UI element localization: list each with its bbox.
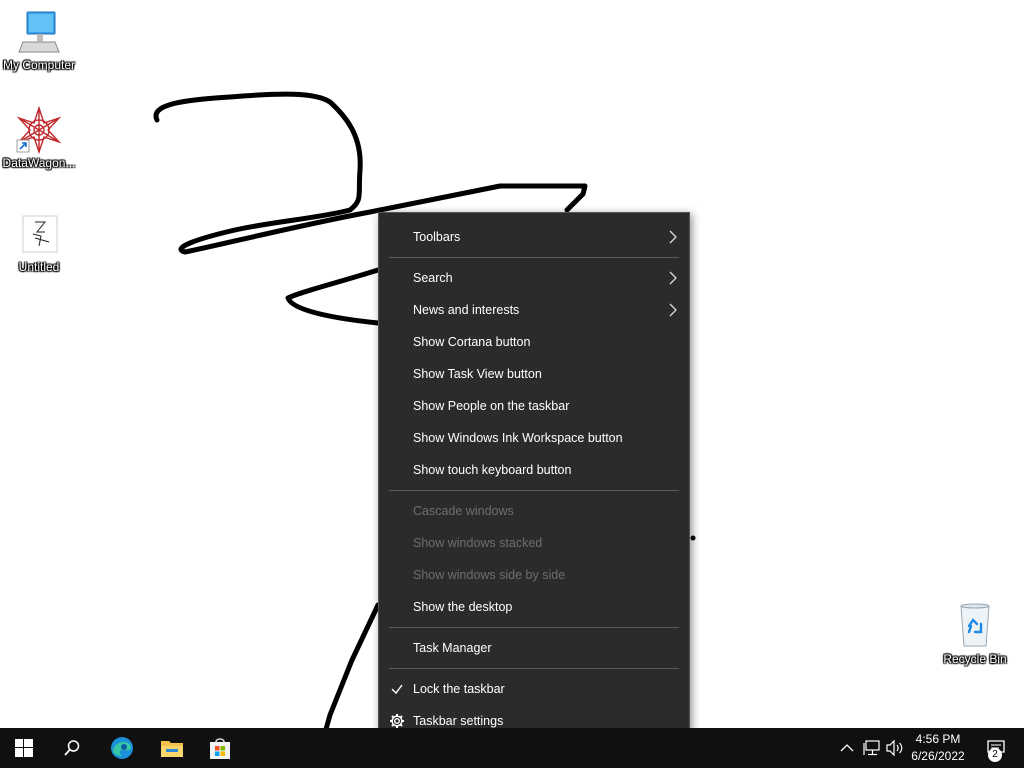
tray-show-hidden-icons-button[interactable] <box>836 728 858 768</box>
menu-item-show-task-view-button[interactable]: Show Task View button <box>379 358 689 390</box>
menu-item-label: News and interests <box>413 303 520 317</box>
windows-logo-icon <box>15 739 33 757</box>
menu-item-show-the-desktop[interactable]: Show the desktop <box>379 591 689 623</box>
menu-item-label: Show Windows Ink Workspace button <box>413 431 623 445</box>
menu-item-label: Show People on the taskbar <box>413 399 570 413</box>
menu-item-task-manager[interactable]: Task Manager <box>379 632 689 664</box>
menu-item-show-windows-side-by-side: Show windows side by side <box>379 559 689 591</box>
menu-item-label: Toolbars <box>413 230 461 244</box>
menu-item-label: Show touch keyboard button <box>413 463 572 477</box>
search-icon <box>64 740 80 756</box>
menu-item-label: Show windows stacked <box>413 536 543 550</box>
desktop-icon-my-computer[interactable]: My Computer <box>0 8 78 72</box>
taskbar-edge-button[interactable] <box>98 728 146 768</box>
menu-item-lock-the-taskbar[interactable]: Lock the taskbar <box>379 673 689 705</box>
clock-time: 4:56 PM <box>915 732 961 746</box>
tray-network-button[interactable] <box>860 728 884 768</box>
menu-item-cascade-windows: Cascade windows <box>379 495 689 527</box>
taskbar-file-explorer-button[interactable] <box>148 728 196 768</box>
menu-item-toolbars[interactable]: Toolbars <box>379 221 689 253</box>
menu-item-label: Show Task View button <box>413 367 542 381</box>
chevron-right-icon <box>669 230 677 244</box>
computer-monitor-icon <box>18 11 60 53</box>
menu-item-label: Show windows side by side <box>413 568 566 582</box>
menu-item-news-and-interests[interactable]: News and interests <box>379 294 689 326</box>
store-bag-icon <box>210 738 230 759</box>
recycle-bin-icon <box>960 603 990 647</box>
folder-icon <box>161 741 183 757</box>
speaker-volume-icon <box>886 740 903 756</box>
chevron-right-icon <box>669 271 677 285</box>
network-icon <box>863 740 880 756</box>
clock-date: 6/26/2022 <box>911 749 965 763</box>
notification-count-badge: 2 <box>988 748 1002 762</box>
menu-item-label: Taskbar settings <box>413 714 504 728</box>
menu-item-show-windows-ink[interactable]: Show Windows Ink Workspace button <box>379 422 689 454</box>
chevron-right-icon <box>669 303 677 317</box>
menu-item-label: Task Manager <box>413 641 492 655</box>
paint-document-icon <box>22 215 58 253</box>
start-button[interactable] <box>0 728 48 768</box>
desktop-icon-untitled[interactable]: Untitled <box>0 210 78 274</box>
menu-item-label: Lock the taskbar <box>413 682 505 696</box>
desktop-icon-label: Untitled <box>18 260 60 274</box>
edge-browser-icon <box>111 737 133 759</box>
taskbar: 4:56 PM 6/26/2022 <box>0 728 1024 768</box>
taskbar-clock[interactable]: 4:56 PM 6/26/2022 <box>906 728 970 768</box>
taskbar-store-button[interactable] <box>196 728 244 768</box>
taskbar-context-menu: Toolbars Search News and interests Show … <box>378 212 690 744</box>
menu-separator <box>389 257 679 258</box>
menu-item-label: Cascade windows <box>413 504 514 518</box>
checkmark-icon <box>391 684 403 695</box>
menu-item-show-windows-stacked: Show windows stacked <box>379 527 689 559</box>
menu-item-label: Search <box>413 271 453 285</box>
desktop-icon-recycle-bin[interactable]: Recycle Bin <box>936 602 1014 666</box>
menu-item-label: Show the desktop <box>413 600 513 614</box>
desktop-icon-label: Recycle Bin <box>943 652 1007 666</box>
taskbar-search-button[interactable] <box>48 728 96 768</box>
desktop-icon-label: My Computer <box>2 58 76 72</box>
datawagon-app-icon <box>16 106 62 154</box>
desktop-icon-label: DataWagon... <box>2 156 76 170</box>
menu-separator <box>389 627 679 628</box>
menu-separator <box>389 490 679 491</box>
menu-item-search[interactable]: Search <box>379 262 689 294</box>
chevron-up-icon <box>840 744 854 752</box>
menu-item-show-touch-keyboard[interactable]: Show touch keyboard button <box>379 454 689 486</box>
tray-volume-button[interactable] <box>884 728 906 768</box>
desktop-icon-datawagon[interactable]: DataWagon... <box>0 106 78 170</box>
menu-separator <box>389 668 679 669</box>
menu-item-show-cortana-button[interactable]: Show Cortana button <box>379 326 689 358</box>
menu-item-label: Show Cortana button <box>413 335 531 349</box>
menu-item-show-people[interactable]: Show People on the taskbar <box>379 390 689 422</box>
